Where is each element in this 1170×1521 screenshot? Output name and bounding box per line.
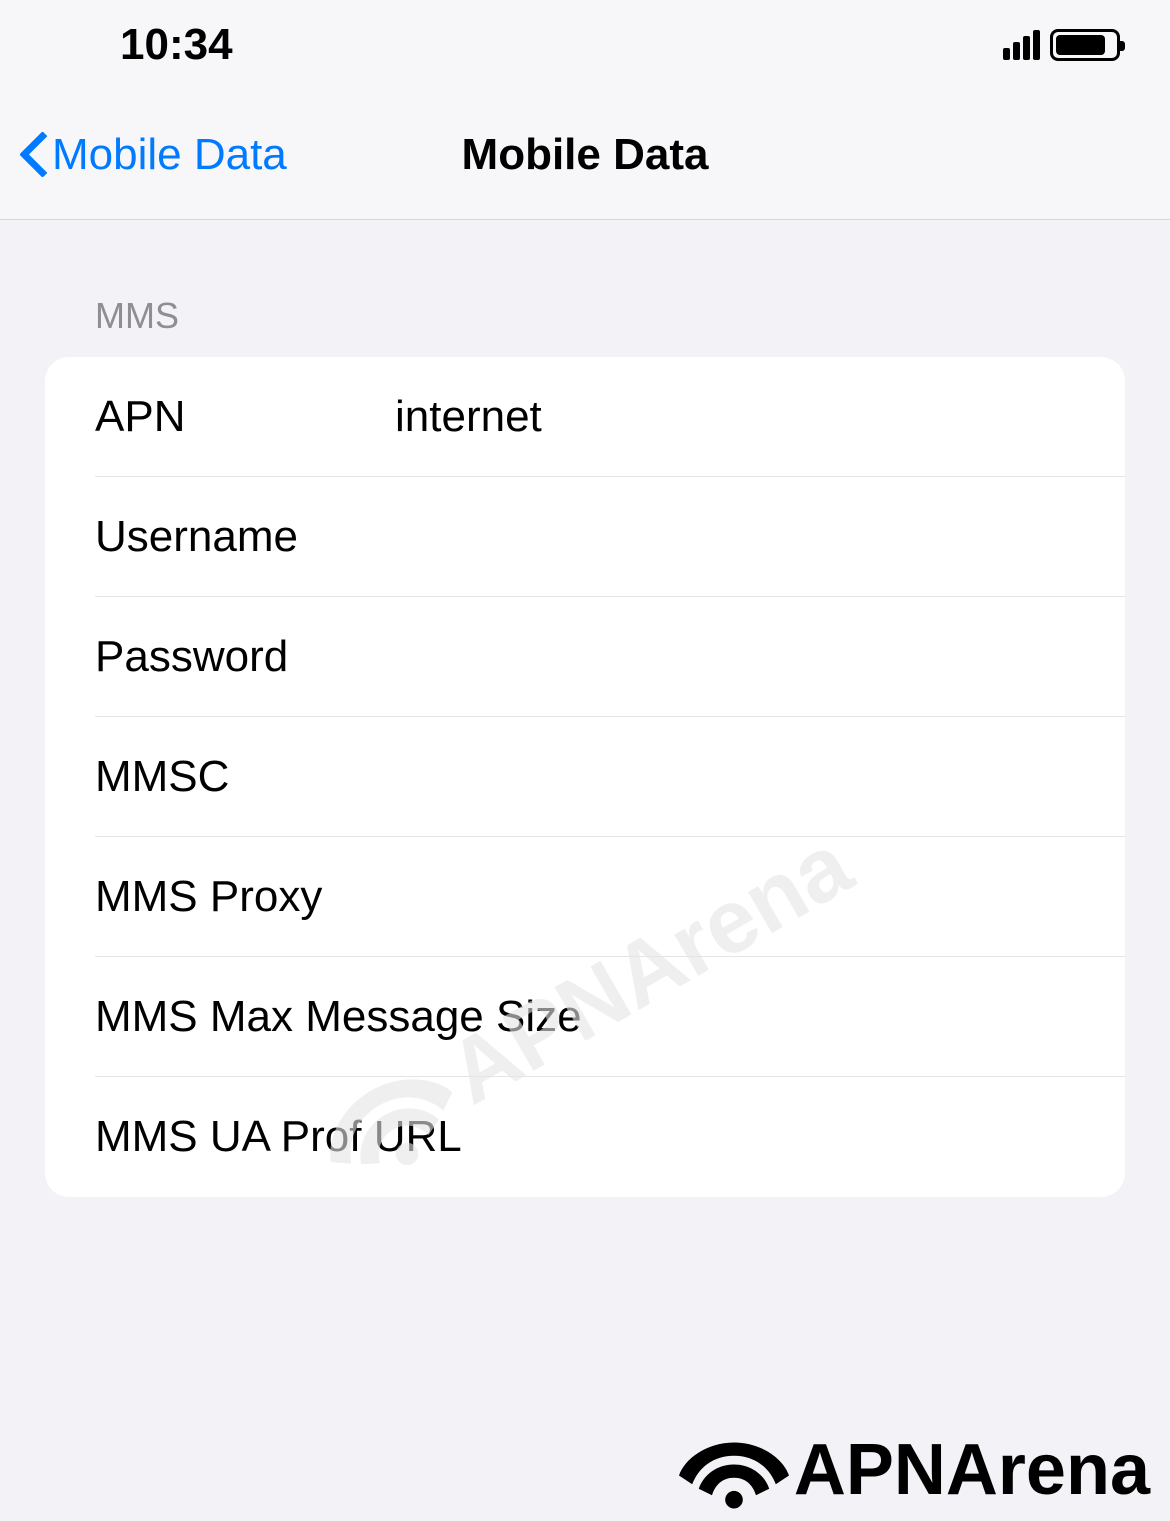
mms-proxy-label: MMS Proxy [95,872,395,922]
apn-label: APN [95,392,395,442]
battery-icon [1050,29,1120,61]
username-input[interactable] [395,512,1075,562]
password-input[interactable] [395,632,1075,682]
status-time: 10:34 [50,20,233,70]
footer-brand: APNArena [679,1429,1150,1511]
mms-proxy-input[interactable] [395,872,1075,922]
password-label: Password [95,632,395,682]
apn-input[interactable] [395,392,1075,442]
mms-ua-prof-row[interactable]: MMS UA Prof URL [45,1077,1125,1197]
navigation-bar: Mobile Data Mobile Data [0,90,1170,220]
mmsc-input[interactable] [395,752,1075,802]
mms-settings-group: APNArena APN Username Password MMSC MMS … [45,357,1125,1197]
wifi-icon [679,1430,789,1510]
chevron-left-icon [20,134,44,176]
mmsc-label: MMSC [95,752,395,802]
back-button[interactable]: Mobile Data [20,130,287,180]
footer-brand-text: APNArena [794,1429,1150,1511]
mms-max-size-row[interactable]: MMS Max Message Size [45,957,1125,1077]
apn-row[interactable]: APN [45,357,1125,477]
mms-max-size-label: MMS Max Message Size [95,992,1075,1042]
cellular-signal-icon [1003,30,1040,60]
username-row[interactable]: Username [45,477,1125,597]
mms-ua-prof-label: MMS UA Prof URL [95,1112,1075,1162]
content-area: MMS APNArena APN Username Password [0,220,1170,1197]
section-header-mms: MMS [45,220,1125,357]
username-label: Username [95,512,395,562]
status-bar: 10:34 [0,0,1170,90]
mmsc-row[interactable]: MMSC [45,717,1125,837]
page-title: Mobile Data [462,130,709,180]
password-row[interactable]: Password [45,597,1125,717]
back-label: Mobile Data [52,130,287,180]
mms-proxy-row[interactable]: MMS Proxy [45,837,1125,957]
status-indicators [1003,29,1120,61]
